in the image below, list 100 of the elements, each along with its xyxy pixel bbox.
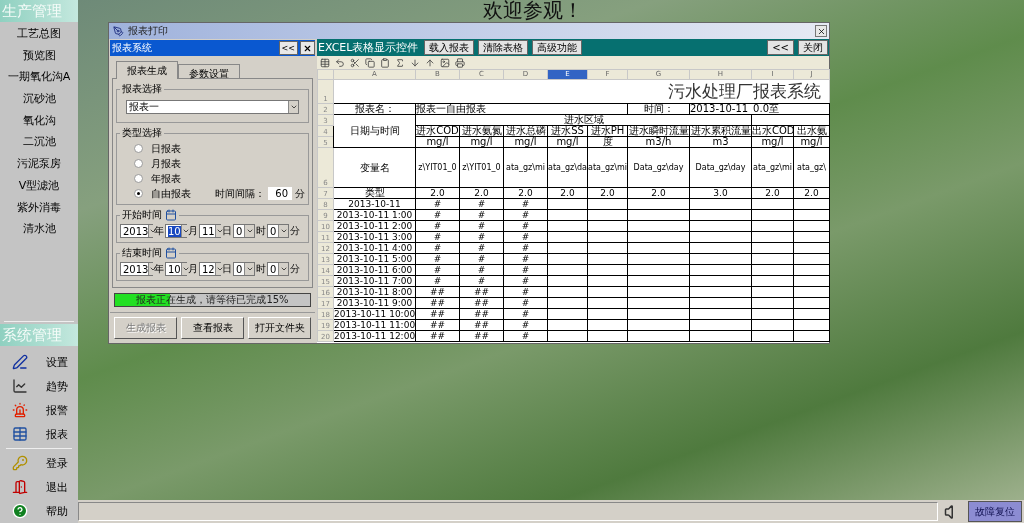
nav-item[interactable]: V型滤池 bbox=[0, 174, 78, 197]
action-button[interactable]: 打开文件夹 bbox=[248, 317, 311, 339]
calendar-icon[interactable] bbox=[165, 247, 177, 259]
radio-label: 自由报表 bbox=[151, 186, 191, 201]
table-cell: ## bbox=[459, 297, 504, 309]
unit-label: 月 bbox=[188, 224, 198, 238]
nav-item[interactable]: 清水池 bbox=[0, 218, 78, 240]
time-select[interactable]: 0 bbox=[267, 262, 289, 276]
radio-button[interactable] bbox=[134, 144, 143, 153]
time-select[interactable]: 10 bbox=[165, 262, 187, 276]
table-cell: ## bbox=[415, 297, 460, 309]
table-cell: m3/h bbox=[627, 136, 690, 148]
table-cell: ## bbox=[459, 286, 504, 298]
unit-label: 月 bbox=[188, 262, 198, 276]
table-cell: # bbox=[503, 330, 548, 342]
radio-button[interactable] bbox=[134, 174, 143, 183]
close-button[interactable] bbox=[815, 25, 827, 37]
nav-item[interactable]: 污泥泵房 bbox=[0, 153, 78, 175]
action-button[interactable]: 查看报表 bbox=[181, 317, 244, 339]
table-cell: 2013-10-11 4:00 bbox=[333, 242, 416, 254]
scissors-icon[interactable] bbox=[350, 57, 360, 68]
report-select[interactable]: 报表一 bbox=[126, 100, 299, 114]
table-cell: 2013-10-11 11:00 bbox=[333, 319, 416, 331]
nav-item[interactable]: 报表 bbox=[0, 422, 78, 446]
table-cell: z\YIT01_0 bbox=[415, 147, 460, 188]
printer-icon[interactable] bbox=[455, 57, 465, 68]
reset-button[interactable]: 故障复位 bbox=[968, 501, 1022, 522]
nav-item[interactable]: 退出 bbox=[0, 475, 78, 499]
nav-item[interactable]: 二沉池 bbox=[0, 131, 78, 154]
nav-item[interactable]: 报警 bbox=[0, 398, 78, 422]
nav-item[interactable]: 设置 bbox=[0, 350, 78, 374]
sigma-icon[interactable] bbox=[395, 57, 405, 68]
clipboard-icon[interactable] bbox=[380, 57, 390, 68]
nav-item[interactable]: 登录 bbox=[0, 451, 78, 475]
table-cell: 出水氨 bbox=[793, 125, 830, 137]
table-cell: 3.0 bbox=[689, 187, 752, 199]
time-select[interactable]: 10 bbox=[165, 224, 187, 238]
close-button[interactable] bbox=[300, 41, 315, 55]
table-cell: 2.0 bbox=[547, 187, 588, 199]
table-cell: mg/l bbox=[547, 136, 588, 148]
group-label: 开始时间 bbox=[122, 208, 162, 222]
close-button[interactable]: 关闭 bbox=[798, 40, 828, 55]
unit-label: 时 bbox=[256, 262, 266, 276]
nav-item[interactable]: 沉砂池 bbox=[0, 88, 78, 110]
nav-item[interactable]: 氧化沟 bbox=[0, 109, 78, 132]
table-cell: # bbox=[503, 297, 548, 309]
arrow-up-icon[interactable] bbox=[425, 57, 435, 68]
table-cell: 进水总磷 bbox=[503, 125, 548, 137]
table-cell: # bbox=[459, 198, 504, 210]
table-cell: 2013-10-11 5:00 bbox=[333, 253, 416, 265]
collapse-button[interactable]: << bbox=[278, 41, 298, 55]
time-select[interactable]: 11 bbox=[199, 224, 221, 238]
unit-label: 时 bbox=[256, 224, 266, 238]
table-cell: 2.0 bbox=[627, 187, 690, 199]
table-cell: 报表名： bbox=[333, 103, 416, 115]
table-cell: 2013-10-11 8:00 bbox=[333, 286, 416, 298]
table-icon[interactable] bbox=[320, 57, 330, 68]
table-cell: 2013-10-11_0.0至 bbox=[689, 103, 830, 115]
interval-field[interactable]: 60 bbox=[268, 187, 292, 200]
group-label: 结束时间 bbox=[122, 246, 162, 260]
nav-item[interactable]: 工艺总图 bbox=[0, 23, 78, 45]
time-select[interactable]: 12 bbox=[199, 262, 221, 276]
table-cell: # bbox=[503, 253, 548, 265]
table-cell: ## bbox=[459, 308, 504, 320]
nav-item[interactable]: 趋势 bbox=[0, 374, 78, 398]
arrow-down-icon[interactable] bbox=[410, 57, 420, 68]
nav-item[interactable]: 帮助 bbox=[0, 499, 78, 523]
section-header: 生产管理 bbox=[0, 0, 78, 22]
tab[interactable]: 参数设置 bbox=[178, 64, 240, 79]
panel-title: 报表系统 bbox=[112, 41, 153, 55]
nav-item[interactable]: 预览图 bbox=[0, 44, 78, 67]
time-select[interactable]: 0 bbox=[233, 224, 255, 238]
table-cell: # bbox=[459, 253, 504, 265]
calendar-icon[interactable] bbox=[165, 209, 177, 221]
caret-icon bbox=[181, 227, 190, 235]
unit-label: 年 bbox=[154, 224, 164, 238]
alarm-icon bbox=[12, 402, 28, 418]
close-icon bbox=[816, 26, 826, 36]
toolbar-button[interactable]: 载入报表 bbox=[424, 40, 475, 55]
nav-item[interactable]: 一期氧化沟A bbox=[0, 66, 78, 89]
radio-button[interactable] bbox=[134, 159, 143, 168]
copy-icon[interactable] bbox=[365, 57, 375, 68]
table-cell: # bbox=[459, 242, 504, 254]
tab[interactable]: 报表生成 bbox=[116, 61, 178, 79]
time-select[interactable]: 0 bbox=[233, 262, 255, 276]
table-cell: 2.0 bbox=[415, 187, 460, 199]
table-cell: mg/l bbox=[751, 136, 794, 148]
toolbar-button[interactable]: 高级功能 bbox=[532, 40, 583, 55]
undo-icon[interactable] bbox=[335, 57, 345, 68]
table-cell: mg/l bbox=[415, 136, 460, 148]
table-cell: # bbox=[459, 231, 504, 243]
help-icon bbox=[12, 503, 28, 519]
radio-button[interactable] bbox=[134, 189, 143, 198]
time-select[interactable]: 0 bbox=[267, 224, 289, 238]
table-cell: ## bbox=[415, 308, 460, 320]
image-icon[interactable] bbox=[440, 57, 450, 68]
collapse-button[interactable]: << bbox=[767, 40, 794, 55]
table-cell: # bbox=[415, 231, 460, 243]
toolbar-button[interactable]: 清除表格 bbox=[478, 40, 529, 55]
nav-item[interactable]: 紫外消毒 bbox=[0, 196, 78, 219]
